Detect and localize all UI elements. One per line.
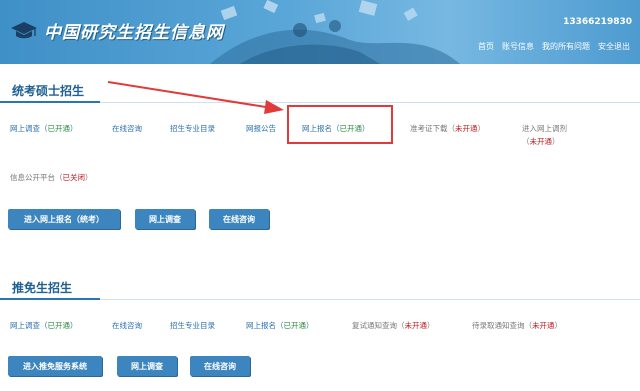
title-accent-bar — [0, 298, 100, 300]
status-not-open: 未开通 — [532, 321, 555, 330]
status-open: 已开通 — [283, 321, 307, 330]
annotation-arrow-icon — [107, 81, 284, 114]
status-open: 已开通 — [47, 321, 71, 330]
link-admission-notice-query[interactable]: 待录取通知查询（未开通） — [472, 320, 562, 331]
online-survey-button[interactable]: 网上调查 — [117, 356, 177, 376]
link-online-consult[interactable]: 在线咨询 — [112, 320, 142, 331]
enter-recommendation-system-button[interactable]: 进入推免服务系统 — [8, 356, 102, 376]
link-online-registration[interactable]: 网上报名（已开通） — [246, 320, 314, 331]
link-retest-notice-query[interactable]: 复试通知查询（未开通） — [352, 320, 435, 331]
status-not-open: 未开通 — [404, 321, 428, 330]
link-online-survey[interactable]: 网上调查（已开通） — [10, 320, 78, 331]
link-program-catalog[interactable]: 招生专业目录 — [170, 320, 215, 331]
section-title-recommended: 推免生招生 — [12, 281, 73, 295]
online-consult-button[interactable]: 在线咨询 — [190, 356, 250, 376]
